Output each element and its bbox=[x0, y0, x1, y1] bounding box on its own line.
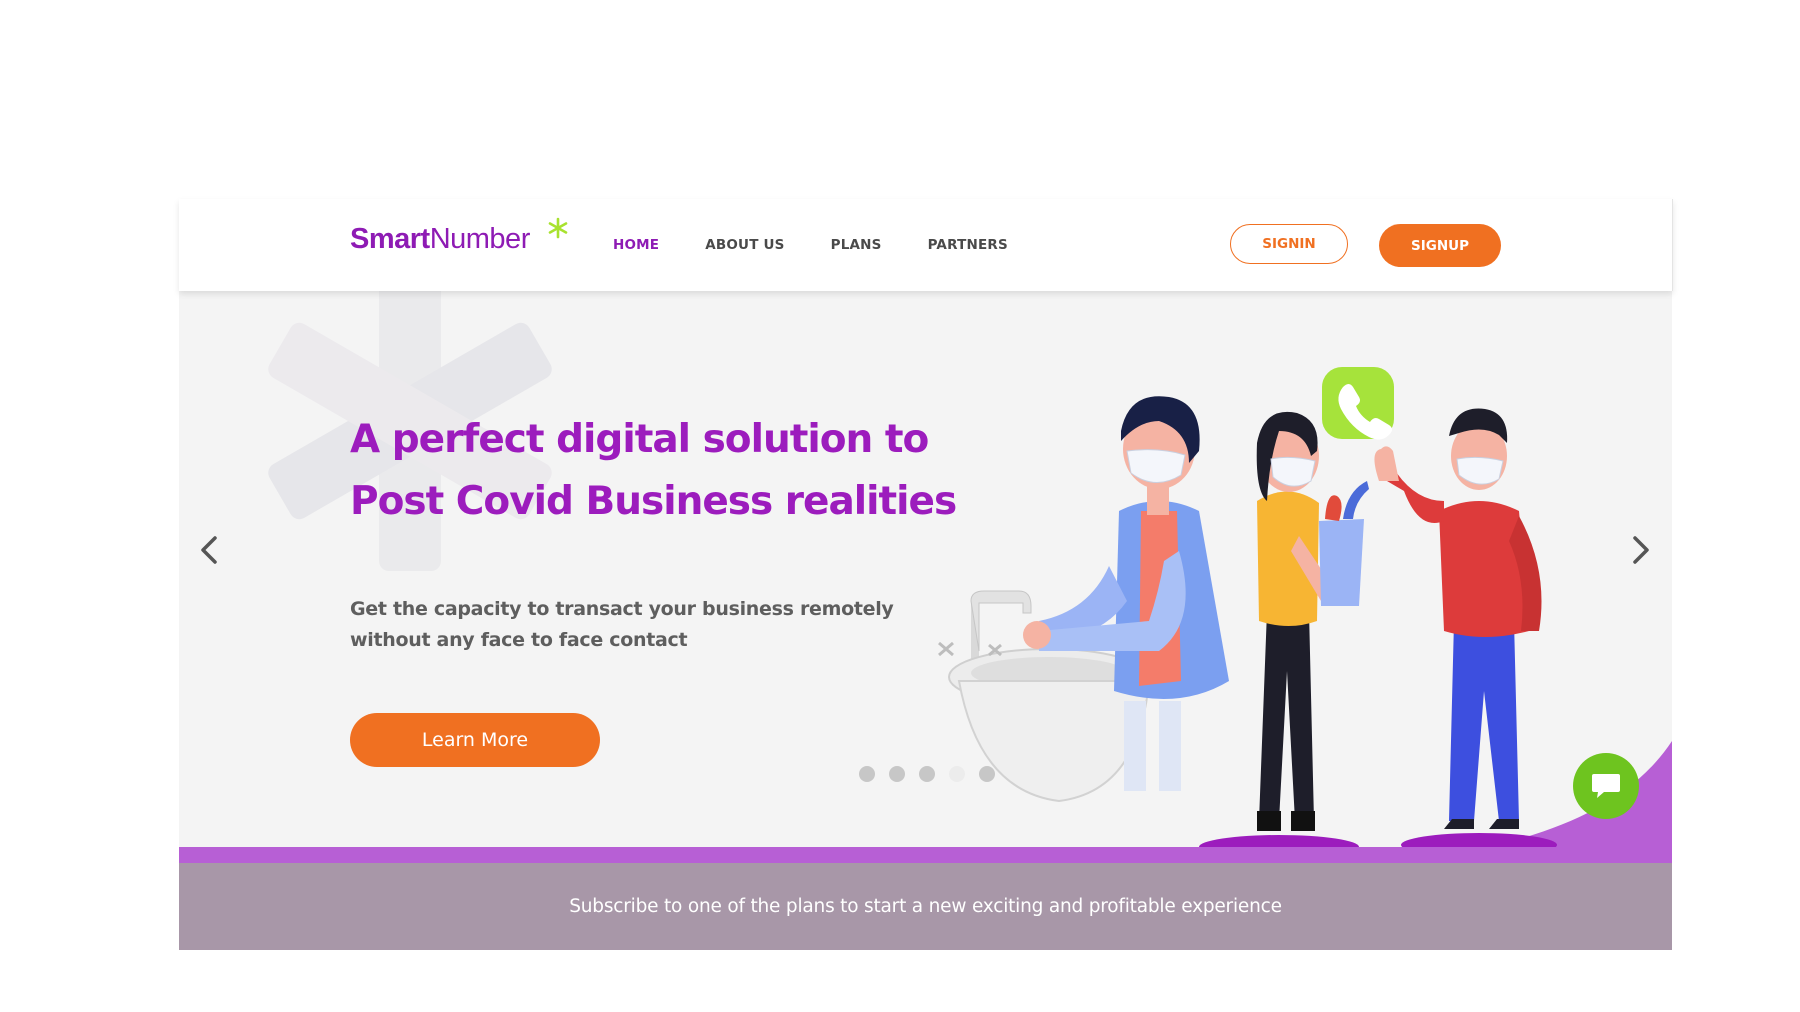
carousel-dot[interactable] bbox=[979, 766, 995, 782]
chevron-left-icon[interactable] bbox=[195, 530, 225, 570]
site-header: Smart Number HOME ABOUT US PLANS PARTNERS… bbox=[179, 199, 1673, 291]
carousel-dots bbox=[859, 766, 995, 782]
hero-illustration bbox=[938, 367, 1672, 863]
brand-logo[interactable]: Smart Number bbox=[350, 217, 568, 256]
chat-bubble-icon bbox=[1592, 774, 1620, 798]
learn-more-button[interactable]: Learn More bbox=[350, 713, 600, 767]
subscribe-banner-text: Subscribe to one of the plans to start a… bbox=[569, 896, 1282, 917]
asterisk-icon bbox=[548, 217, 568, 239]
logo-word-number: Number bbox=[429, 223, 531, 255]
main-nav: HOME ABOUT US PLANS PARTNERS bbox=[613, 237, 1054, 253]
hero-slider: A perfect digital solution to Post Covid… bbox=[179, 291, 1672, 863]
carousel-dot[interactable] bbox=[919, 766, 935, 782]
carousel-dot[interactable] bbox=[859, 766, 875, 782]
woman-with-bag-illustration bbox=[1199, 411, 1369, 859]
nav-plans[interactable]: PLANS bbox=[831, 237, 882, 253]
nav-partners[interactable]: PARTNERS bbox=[928, 237, 1008, 253]
signin-button[interactable]: SIGNIN bbox=[1230, 224, 1348, 264]
logo-word-smart: Smart bbox=[350, 223, 430, 255]
carousel-dot-active[interactable] bbox=[949, 766, 965, 782]
signup-button[interactable]: SIGNUP bbox=[1379, 224, 1501, 267]
man-waving-illustration bbox=[1374, 408, 1557, 857]
chat-button[interactable] bbox=[1573, 753, 1639, 819]
carousel-dot[interactable] bbox=[889, 766, 905, 782]
phone-icon bbox=[1322, 367, 1394, 440]
page-frame: Smart Number HOME ABOUT US PLANS PARTNERS… bbox=[179, 199, 1673, 950]
nav-home[interactable]: HOME bbox=[613, 237, 659, 253]
hero-bottom-strip bbox=[179, 847, 1672, 863]
nav-about-us[interactable]: ABOUT US bbox=[705, 237, 784, 253]
subscribe-banner: Subscribe to one of the plans to start a… bbox=[179, 863, 1672, 950]
